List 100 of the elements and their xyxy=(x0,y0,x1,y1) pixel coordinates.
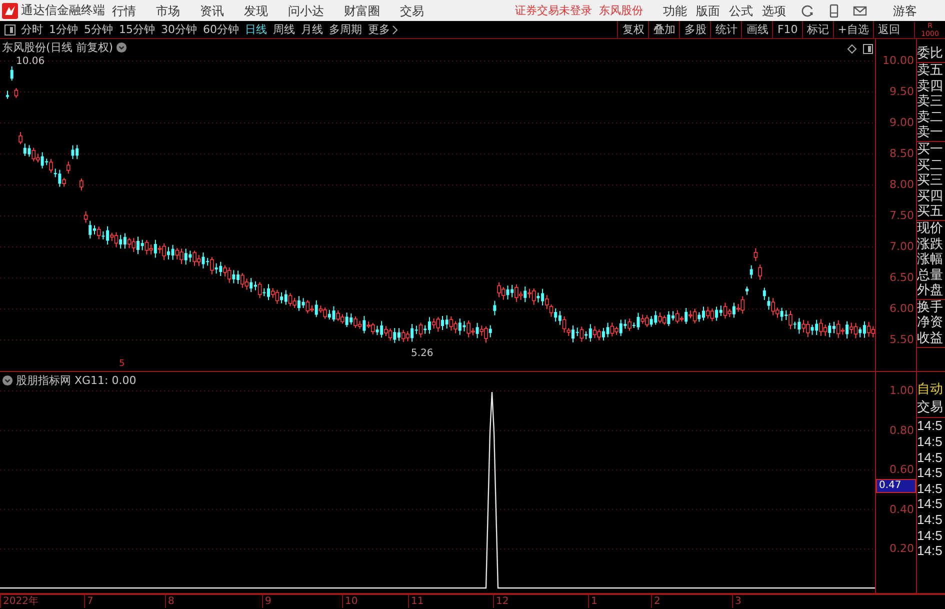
toolbar-button[interactable]: 画线 xyxy=(741,21,772,38)
trade-time: 14:5 xyxy=(917,496,944,512)
menu-item[interactable]: 交易 xyxy=(400,2,424,19)
indicator-title: 股朋指标网 XG11: 0.00 xyxy=(16,373,136,388)
menu-item[interactable]: 版面 xyxy=(696,2,720,19)
price-axis-label: 7.00 xyxy=(890,240,915,254)
toolbar-button[interactable]: 统计 xyxy=(710,21,742,38)
panel-toggle-icon[interactable] xyxy=(863,44,873,54)
time-axis-label: 11 xyxy=(408,595,424,608)
quote-field-label: 买四 xyxy=(917,188,944,204)
period-tab[interactable]: 15分钟 xyxy=(119,22,155,38)
quote-field-label: 买一 xyxy=(917,142,944,158)
menu-item[interactable]: 选项 xyxy=(762,2,786,19)
quote-field-label: 涨跌 xyxy=(917,236,944,252)
quote-field-label: 卖一 xyxy=(917,125,944,141)
quote-field-label: 外盘 xyxy=(917,283,944,299)
chevron-down-icon[interactable] xyxy=(2,375,13,386)
time-axis-label: 12 xyxy=(493,595,509,608)
period-tab[interactable]: 更多 xyxy=(368,22,390,38)
time-axis-label: 2022年 xyxy=(0,595,38,608)
period-tab[interactable]: 5分钟 xyxy=(84,22,113,38)
quote-field-label: 委比 xyxy=(917,46,944,62)
cursor-value: 0.47 xyxy=(876,479,916,494)
period-tab[interactable]: 多周期 xyxy=(329,22,362,38)
price-axis-label: 9.00 xyxy=(890,116,915,130)
menu-item[interactable]: 公式 xyxy=(729,2,753,19)
period-tab[interactable]: 周线 xyxy=(273,22,295,38)
indicator-axis-label: 0.80 xyxy=(890,424,915,438)
quote-field-label: 买五 xyxy=(917,204,944,220)
price-axis-label: 9.50 xyxy=(890,85,915,100)
menu-item[interactable]: 市场 xyxy=(156,2,180,19)
time-axis-label: 8 xyxy=(165,595,174,608)
menu-item[interactable]: 资讯 xyxy=(200,2,224,19)
menu-item[interactable]: 功能 xyxy=(663,2,687,19)
price-axis-label: 10.00 xyxy=(882,54,915,68)
mail-icon[interactable] xyxy=(853,4,867,18)
diamond-icon[interactable] xyxy=(847,44,857,54)
price-axis-label: 7.50 xyxy=(890,209,915,224)
quote-field-label: 卖四 xyxy=(917,78,944,94)
indicator-axis-label: 0.20 xyxy=(890,542,915,556)
trade-time: 14:5 xyxy=(917,512,944,528)
quote-field-label: 收益 xyxy=(917,331,944,347)
toolbar-button[interactable]: 叠加 xyxy=(648,21,680,38)
time-axis-label: 10 xyxy=(342,595,358,608)
quote-field-label: 买二 xyxy=(917,158,944,174)
user-name[interactable]: 游客 xyxy=(893,2,917,19)
quote-field-label: 卖二 xyxy=(917,110,944,125)
app-logo-icon xyxy=(2,2,18,19)
period-tab[interactable]: 分时 xyxy=(21,22,43,38)
app-title: 通达信金融终端 xyxy=(21,2,105,20)
period-tab[interactable]: 30分钟 xyxy=(161,22,197,38)
chevron-right-icon[interactable] xyxy=(392,24,398,35)
price-axis-label: 6.50 xyxy=(890,271,915,286)
phone-icon[interactable] xyxy=(827,4,841,18)
status-text: 东风股份 xyxy=(599,4,643,18)
quote-field-label: 净资 xyxy=(917,315,944,332)
time-axis-label: 1 xyxy=(588,595,598,608)
price-axis-label: 8.00 xyxy=(890,178,915,192)
time-axis-label: 3 xyxy=(732,595,742,608)
high-price-label: 10.06 xyxy=(16,56,45,68)
menu-item[interactable]: 发现 xyxy=(244,2,268,19)
quote-field-label: 总量 xyxy=(917,268,944,284)
period-tab[interactable]: 日线 xyxy=(245,22,267,38)
quote-field-label: 卖五 xyxy=(917,62,944,79)
trade-time: 14:5 xyxy=(917,543,944,559)
quote-field-label: 卖三 xyxy=(917,94,944,110)
price-axis-label: 5.50 xyxy=(890,333,915,348)
trade-time: 14:5 xyxy=(917,528,944,544)
toolbar-button[interactable]: 复权 xyxy=(617,21,648,38)
signal-marker: 5 xyxy=(119,359,125,370)
time-axis-label: 9 xyxy=(262,595,272,608)
trade-time: 14:5 xyxy=(917,450,944,466)
period-tab[interactable]: 月线 xyxy=(301,22,323,38)
refresh-icon[interactable] xyxy=(801,4,815,18)
trade-time: 14:5 xyxy=(917,434,944,450)
price-axis-label: 8.50 xyxy=(890,147,915,162)
auto-mode-label: 自动 xyxy=(917,382,944,400)
quote-field-label: 买三 xyxy=(917,173,944,189)
trade-time: 14:5 xyxy=(917,480,944,496)
quote-field-label: 换手 xyxy=(917,300,944,316)
indicator-axis-label: 0.60 xyxy=(890,463,915,478)
quote-field-label: 现价 xyxy=(917,220,944,237)
chevron-down-icon[interactable] xyxy=(116,42,128,54)
indicator-axis-label: 1.00 xyxy=(890,384,915,398)
period-tab[interactable]: 1分钟 xyxy=(49,22,78,38)
toolbar-button[interactable]: 多股 xyxy=(679,21,710,38)
panel-toggle-icon[interactable] xyxy=(4,24,16,36)
chart-title: 东风股份(日线 前复权) xyxy=(2,40,114,56)
status-text: 证券交易未登录 xyxy=(515,4,592,18)
trade-header: 交易 xyxy=(917,400,945,418)
indicator-axis-label: 0.40 xyxy=(890,502,915,517)
time-axis-label: 2 xyxy=(651,595,660,608)
menu-item[interactable]: 问小达 xyxy=(288,2,324,19)
menu-item[interactable]: 行情 xyxy=(112,2,136,19)
period-tab[interactable]: 60分钟 xyxy=(203,22,239,38)
time-axis-label: 7 xyxy=(84,595,94,608)
quote-field-label: 涨幅 xyxy=(917,252,944,268)
menu-item[interactable]: 财富圈 xyxy=(344,2,380,19)
low-price-label: 5.26 xyxy=(411,348,434,360)
trade-time: 14:5 xyxy=(917,418,944,434)
